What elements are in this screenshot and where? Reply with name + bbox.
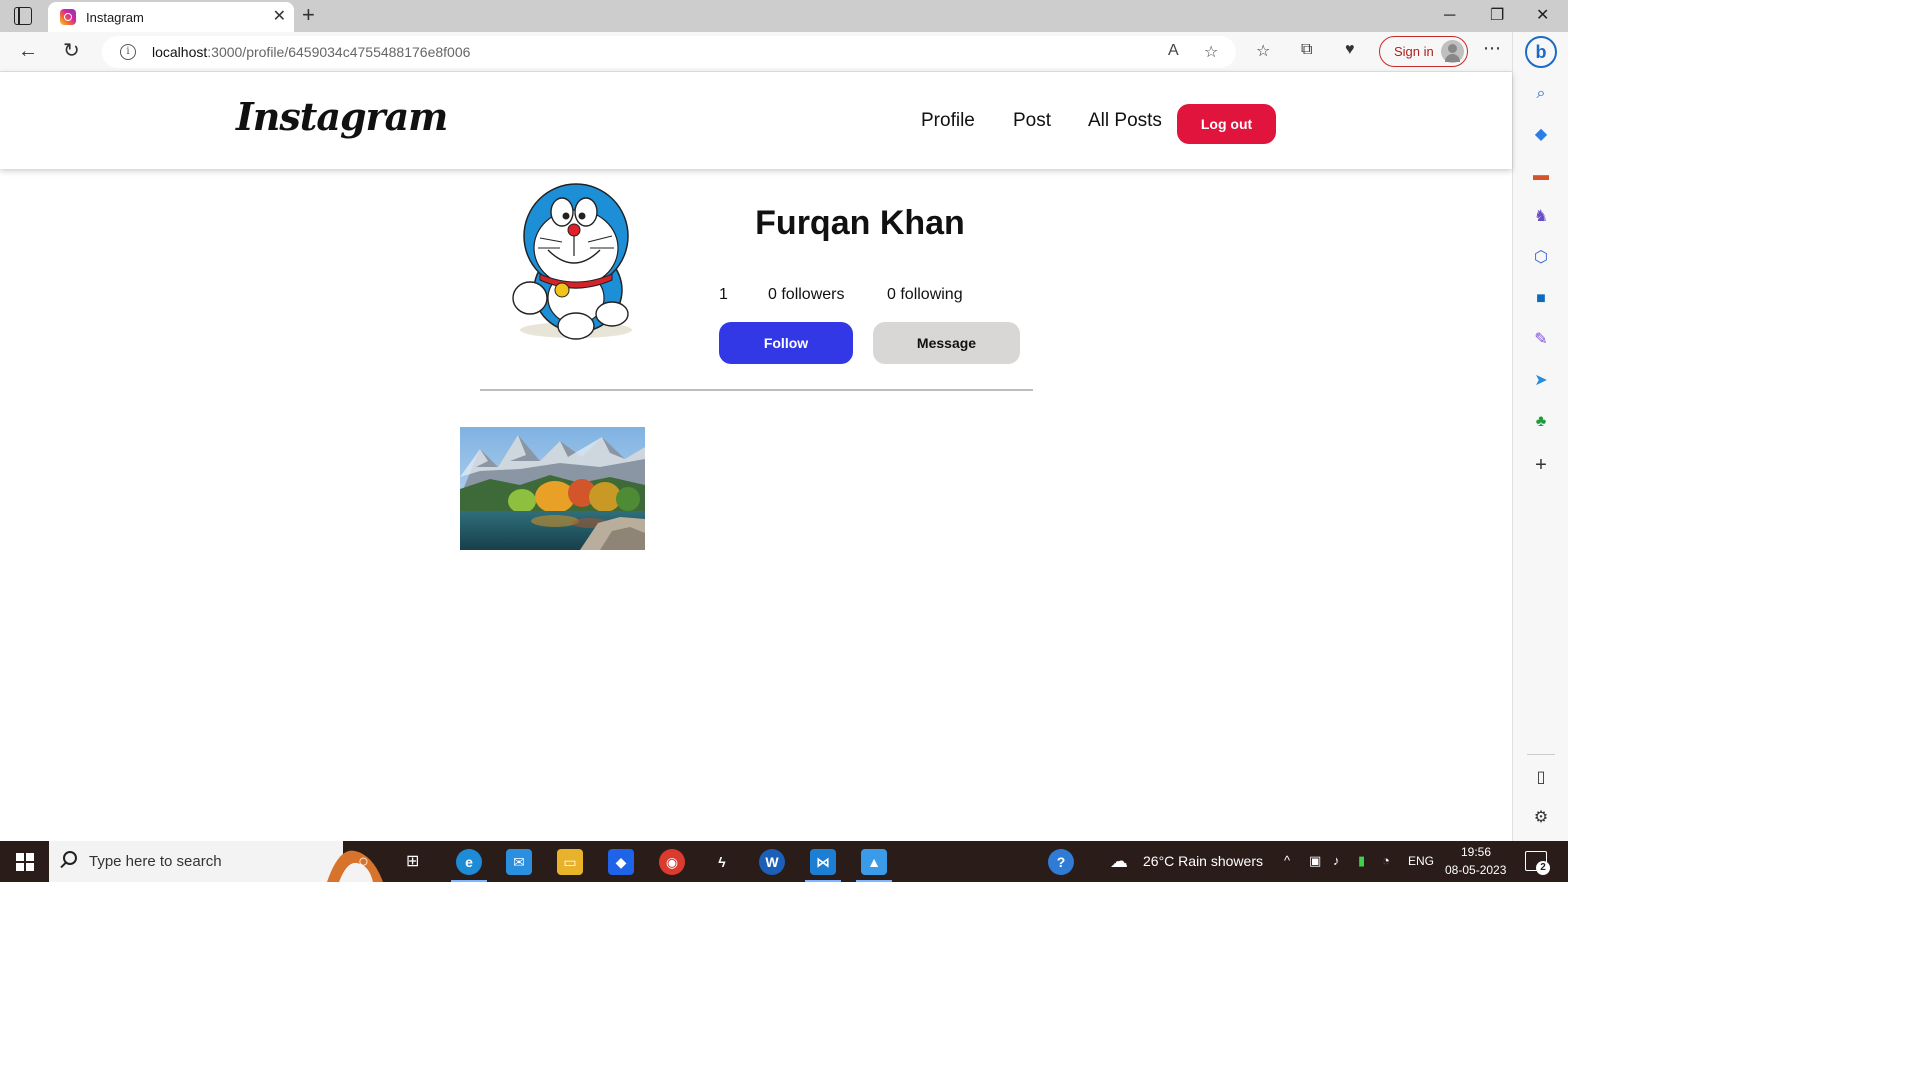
- minimize-icon[interactable]: ─: [1444, 6, 1455, 26]
- following-count: 0 following: [887, 286, 963, 303]
- restore-icon[interactable]: ❐: [1490, 6, 1504, 26]
- logout-button[interactable]: Log out: [1177, 104, 1276, 144]
- clock-date[interactable]: 08-05-2023: [1445, 863, 1506, 877]
- favorites-icon[interactable]: ☆: [1256, 41, 1270, 61]
- mail-app-icon[interactable]: ✉: [506, 849, 532, 875]
- profile-divider: [480, 389, 1033, 391]
- new-tab-icon[interactable]: +: [302, 3, 315, 27]
- follow-button[interactable]: Follow: [719, 322, 853, 364]
- sidebar-divider: [1527, 754, 1555, 755]
- followers-count: 0 followers: [768, 286, 845, 303]
- outlook-icon[interactable]: ■: [1531, 289, 1551, 309]
- volume-icon[interactable]: ♪: [1333, 853, 1340, 868]
- post-thumbnail[interactable]: [460, 427, 645, 550]
- clock-time[interactable]: 19:56: [1461, 845, 1491, 859]
- search-icon: [63, 851, 77, 865]
- bing-chat-icon[interactable]: b: [1525, 36, 1557, 68]
- app-header: Instagram Profile Post All Posts Log out: [0, 72, 1512, 169]
- microsoft-365-icon[interactable]: ⬡: [1531, 248, 1551, 268]
- windows-taskbar: Type here to search ○ ⊞ e ✉ ▭ ◆ ◉ ϟ W ⋈ …: [0, 841, 1568, 882]
- windows-start-icon[interactable]: [16, 853, 34, 871]
- nav-all-posts-link[interactable]: All Posts: [1088, 110, 1162, 132]
- weather-text[interactable]: 26°C Rain showers: [1143, 853, 1263, 869]
- weather-icon[interactable]: ☁: [1110, 851, 1128, 872]
- profile-name: Furqan Khan: [755, 204, 965, 242]
- tools-icon[interactable]: ▬: [1531, 166, 1551, 186]
- web-page: Instagram Profile Post All Posts Log out: [0, 72, 1512, 841]
- photos-icon[interactable]: ▲: [861, 849, 887, 875]
- close-tab-icon[interactable]: ✕: [273, 7, 286, 27]
- message-button[interactable]: Message: [873, 322, 1020, 364]
- wifi-icon[interactable]: ◔: [1382, 853, 1390, 868]
- nav-post-link[interactable]: Post: [1013, 110, 1051, 132]
- help-icon[interactable]: ?: [1048, 849, 1074, 875]
- posts-count: 1: [719, 286, 728, 303]
- task-view-icon[interactable]: ⊞: [406, 851, 419, 871]
- address-toolbar: ← ↻ i localhost:3000/profile/6459034c475…: [0, 32, 1568, 72]
- edge-app-icon[interactable]: e: [456, 849, 482, 875]
- add-favorite-icon[interactable]: ☆: [1204, 42, 1218, 62]
- notifications-icon[interactable]: 2: [1525, 851, 1550, 875]
- browser-essentials-icon[interactable]: ♥: [1345, 41, 1355, 59]
- refresh-icon[interactable]: ↻: [63, 40, 80, 62]
- send-icon[interactable]: ➤: [1531, 371, 1551, 391]
- figma-like-icon[interactable]: ϟ: [709, 849, 735, 875]
- browser-tab-bar: Instagram ✕ + ─ ❐ ✕: [0, 0, 1568, 32]
- edge-sidebar: b ⌕ ◆ ▬ ♞ ⬡ ■ ✎ ➤ ♣ + ▯ ⚙: [1512, 32, 1568, 841]
- meet-now-icon[interactable]: ▣: [1309, 853, 1321, 869]
- read-aloud-icon[interactable]: A: [1168, 42, 1179, 60]
- tree-icon[interactable]: ♣: [1531, 412, 1551, 432]
- taskbar-search-box[interactable]: Type here to search: [49, 841, 383, 882]
- shopping-icon[interactable]: ◆: [1531, 125, 1551, 145]
- collections-icon[interactable]: ⧉: [1301, 41, 1312, 59]
- search-icon[interactable]: ⌕: [1531, 84, 1551, 104]
- instagram-favicon-icon: [60, 9, 76, 25]
- language-indicator[interactable]: ENG: [1408, 854, 1434, 868]
- vscode-active-indicator: [805, 880, 841, 882]
- browser-tab[interactable]: Instagram ✕: [48, 2, 294, 32]
- file-explorer-icon[interactable]: ▭: [557, 849, 583, 875]
- avatar: [1441, 40, 1464, 63]
- split-screen-icon[interactable]: ▯: [1531, 768, 1551, 788]
- edge-active-indicator: [451, 880, 487, 882]
- settings-icon[interactable]: ⚙: [1531, 808, 1551, 828]
- add-icon[interactable]: +: [1531, 455, 1551, 475]
- profile-picture: [512, 183, 632, 340]
- photos-active-indicator: [856, 880, 892, 882]
- tab-actions-icon[interactable]: [14, 7, 32, 25]
- chrome-icon[interactable]: ◉: [659, 849, 685, 875]
- dropbox-icon[interactable]: ◆: [608, 849, 634, 875]
- close-window-icon[interactable]: ✕: [1536, 6, 1549, 26]
- battery-icon[interactable]: ▮: [1358, 853, 1365, 869]
- url-text[interactable]: localhost:3000/profile/6459034c475548817…: [152, 44, 470, 60]
- nav-profile-link[interactable]: Profile: [921, 110, 975, 132]
- search-highlight-art: [327, 850, 383, 882]
- notification-count: 2: [1536, 861, 1550, 875]
- instagram-logo[interactable]: Instagram: [236, 94, 448, 139]
- site-info-icon[interactable]: i: [120, 44, 136, 60]
- search-placeholder: Type here to search: [89, 853, 222, 870]
- address-bar[interactable]: i localhost:3000/profile/6459034c4755488…: [102, 36, 1236, 68]
- tab-title: Instagram: [86, 10, 144, 25]
- more-options-icon[interactable]: ⋯: [1483, 38, 1501, 59]
- back-icon[interactable]: ←: [18, 40, 38, 62]
- vscode-icon[interactable]: ⋈: [810, 849, 836, 875]
- show-hidden-icons-icon[interactable]: ^: [1284, 853, 1290, 868]
- designer-icon[interactable]: ✎: [1531, 330, 1551, 350]
- games-icon[interactable]: ♞: [1531, 207, 1551, 227]
- wps-icon[interactable]: W: [759, 849, 785, 875]
- sign-in-button[interactable]: Sign in: [1379, 36, 1468, 67]
- sign-in-label: Sign in: [1394, 44, 1434, 59]
- cortana-icon[interactable]: ○: [358, 851, 369, 872]
